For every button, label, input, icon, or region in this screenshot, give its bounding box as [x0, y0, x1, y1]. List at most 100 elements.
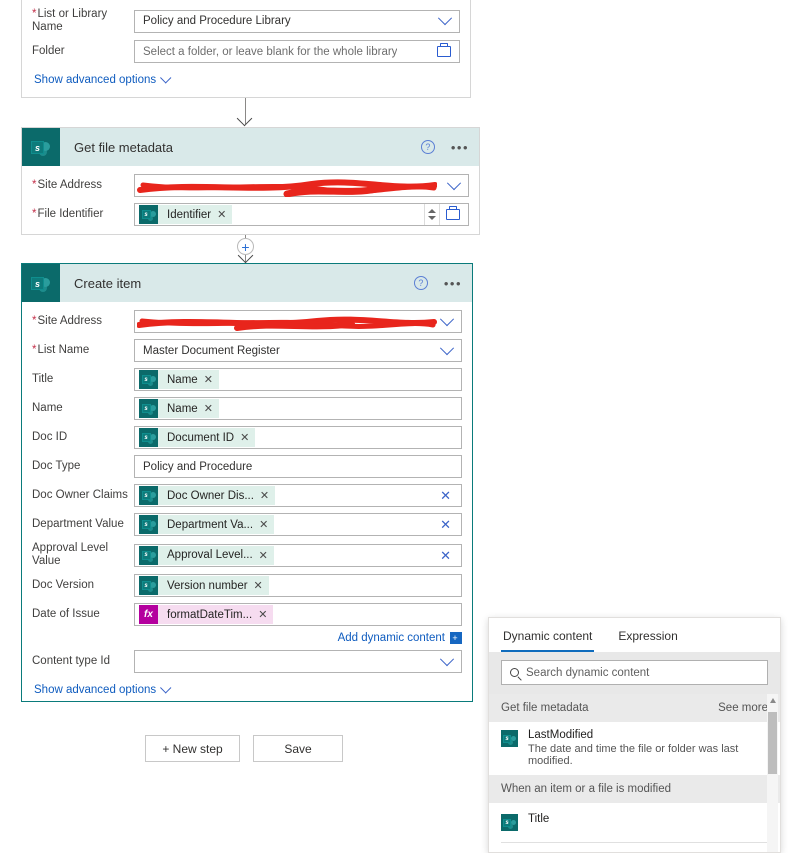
- field-row-doc-owner-claims: Doc Owner Claims s Doc Owner Dis... ✕ ✕: [32, 484, 462, 507]
- field-row-list-name: *List Name Master Document Register: [32, 339, 462, 362]
- chevron-down-icon: [160, 72, 172, 84]
- chevron-down-icon[interactable]: [439, 652, 455, 667]
- chevron-down-icon[interactable]: [446, 175, 462, 190]
- help-icon[interactable]: ?: [413, 276, 428, 290]
- card-header-get-file-metadata: s Get file metadata ? •••: [22, 128, 479, 166]
- token-approval-level[interactable]: s Approval Level... ✕: [139, 545, 274, 565]
- title-input[interactable]: s Name ✕: [134, 368, 462, 391]
- field-label-site-address: *Site Address: [32, 315, 134, 328]
- label-text: Doc Type: [32, 459, 81, 472]
- site-address-dropdown-create[interactable]: [134, 310, 462, 333]
- sharepoint-icon: s: [139, 205, 158, 224]
- show-advanced-options-link-trigger[interactable]: Show advanced options: [34, 72, 172, 87]
- department-value-input[interactable]: s Department Va... ✕ ✕: [134, 513, 462, 536]
- ellipsis-icon[interactable]: •••: [451, 140, 469, 155]
- panel-scrollbar[interactable]: [767, 694, 778, 852]
- token-name[interactable]: s Name ✕: [139, 399, 219, 418]
- show-advanced-options-link-create[interactable]: Show advanced options: [34, 682, 172, 696]
- folder-input[interactable]: Select a folder, or leave blank for the …: [134, 40, 460, 64]
- date-of-issue-input[interactable]: fx formatDateTim... ✕: [134, 603, 462, 627]
- token-identifier[interactable]: s Identifier ✕: [139, 205, 233, 224]
- token-label: Department Va...: [167, 518, 254, 531]
- get-file-metadata-card[interactable]: s Get file metadata ? ••• *Site Address: [21, 127, 480, 235]
- add-dynamic-content-link[interactable]: Add dynamic content: [338, 632, 445, 644]
- folder-picker-icon[interactable]: [446, 206, 460, 220]
- remove-token-icon[interactable]: ✕: [260, 489, 269, 502]
- list-name-dropdown[interactable]: Master Document Register: [134, 339, 462, 362]
- remove-token-icon[interactable]: ✕: [258, 608, 267, 621]
- clear-field-icon[interactable]: ✕: [440, 518, 451, 531]
- required-asterisk: *: [32, 8, 37, 20]
- doc-version-input[interactable]: s Version number ✕: [134, 574, 462, 598]
- create-item-card[interactable]: s Create item ? ••• *Site Address *List …: [21, 263, 473, 702]
- token-label: Document ID: [167, 431, 235, 444]
- add-dynamic-content-icon[interactable]: +: [450, 632, 462, 645]
- remove-token-icon[interactable]: ✕: [217, 208, 226, 221]
- card-title-get-file-metadata: Get file metadata: [74, 139, 173, 155]
- chevron-down-icon[interactable]: [439, 311, 455, 326]
- doc-id-input[interactable]: s Document ID ✕: [134, 426, 462, 449]
- chevron-down-icon[interactable]: [439, 340, 455, 355]
- help-icon[interactable]: ?: [420, 140, 435, 154]
- folder-icon[interactable]: [437, 43, 451, 58]
- approval-level-value-input[interactable]: s Approval Level... ✕ ✕: [134, 543, 462, 567]
- list-item[interactable]: s LastModified The date and time the fil…: [489, 722, 780, 775]
- content-type-id-dropdown[interactable]: [134, 650, 462, 674]
- spinner-down-icon[interactable]: [428, 216, 436, 220]
- card-header-create-item: s Create item ? •••: [22, 264, 472, 302]
- see-more-link[interactable]: See more: [718, 702, 768, 714]
- field-row-list-or-library-name: *List or Library Name Policy and Procedu…: [32, 8, 460, 34]
- remove-token-icon[interactable]: ✕: [240, 431, 249, 444]
- dynamic-content-tabs: Dynamic content Expression: [489, 618, 780, 652]
- list-item[interactable]: s Title: [489, 803, 780, 842]
- spinner-up-icon[interactable]: [428, 209, 436, 213]
- tab-dynamic-content[interactable]: Dynamic content: [501, 629, 595, 652]
- required-asterisk: *: [32, 343, 37, 356]
- token-document-id[interactable]: s Document ID ✕: [139, 428, 256, 447]
- scroll-up-icon[interactable]: [769, 698, 776, 703]
- field-label-doc-version: Doc Version: [32, 579, 134, 592]
- number-spinner[interactable]: [424, 204, 440, 225]
- trigger-advanced-options-row: Show advanced options: [32, 72, 460, 86]
- remove-token-icon[interactable]: ✕: [259, 518, 268, 531]
- sharepoint-icon: s: [139, 486, 158, 505]
- clear-field-icon[interactable]: ✕: [440, 549, 451, 562]
- remove-token-icon[interactable]: ✕: [259, 549, 268, 562]
- field-label-content-type-id: Content type Id: [32, 655, 134, 668]
- file-identifier-input[interactable]: s Identifier ✕: [134, 203, 469, 226]
- token-format-date-time[interactable]: fx formatDateTim... ✕: [139, 605, 274, 625]
- site-address-dropdown-meta[interactable]: [134, 174, 469, 197]
- advanced-options-label: Show advanced options: [34, 74, 157, 87]
- search-input[interactable]: Search dynamic content: [501, 660, 768, 685]
- remove-token-icon[interactable]: ✕: [254, 579, 263, 592]
- required-asterisk: *: [32, 314, 37, 327]
- doc-owner-claims-input[interactable]: s Doc Owner Dis... ✕ ✕: [134, 484, 462, 507]
- list-or-library-name-dropdown[interactable]: Policy and Procedure Library: [134, 9, 460, 33]
- field-label-folder: Folder: [32, 45, 134, 58]
- remove-token-icon[interactable]: ✕: [204, 373, 213, 386]
- dynamic-content-search-wrap: Search dynamic content: [489, 652, 780, 694]
- save-button[interactable]: Save: [253, 735, 343, 762]
- list-name-value: Master Document Register: [143, 344, 280, 357]
- clear-field-icon[interactable]: ✕: [440, 489, 451, 502]
- name-input[interactable]: s Name ✕: [134, 397, 462, 420]
- field-row-site-address-create: *Site Address: [32, 310, 462, 333]
- scrollbar-thumb[interactable]: [768, 712, 777, 774]
- token-department-value[interactable]: s Department Va... ✕: [139, 515, 275, 534]
- group-name: Get file metadata: [501, 702, 589, 714]
- remove-token-icon[interactable]: ✕: [204, 402, 213, 415]
- label-text: Content type Id: [32, 655, 110, 668]
- chevron-down-icon[interactable]: [437, 11, 453, 26]
- token-doc-owner-display[interactable]: s Doc Owner Dis... ✕: [139, 486, 276, 505]
- card-body-get-file-metadata: *Site Address *File Identifier s Identif…: [22, 166, 479, 242]
- doc-type-input[interactable]: Policy and Procedure: [134, 455, 462, 478]
- redaction-mark: [137, 316, 437, 331]
- list-item[interactable]: s Doc Owner Claims: [489, 843, 780, 852]
- ellipsis-icon[interactable]: •••: [444, 276, 462, 291]
- token-version-number[interactable]: s Version number ✕: [139, 576, 269, 596]
- token-name[interactable]: s Name ✕: [139, 370, 219, 389]
- add-dynamic-content-row: Add dynamic content +: [32, 632, 462, 645]
- new-step-button[interactable]: + New step: [145, 735, 240, 762]
- tab-expression[interactable]: Expression: [616, 629, 679, 652]
- field-row-site-address-meta: *Site Address: [32, 174, 469, 197]
